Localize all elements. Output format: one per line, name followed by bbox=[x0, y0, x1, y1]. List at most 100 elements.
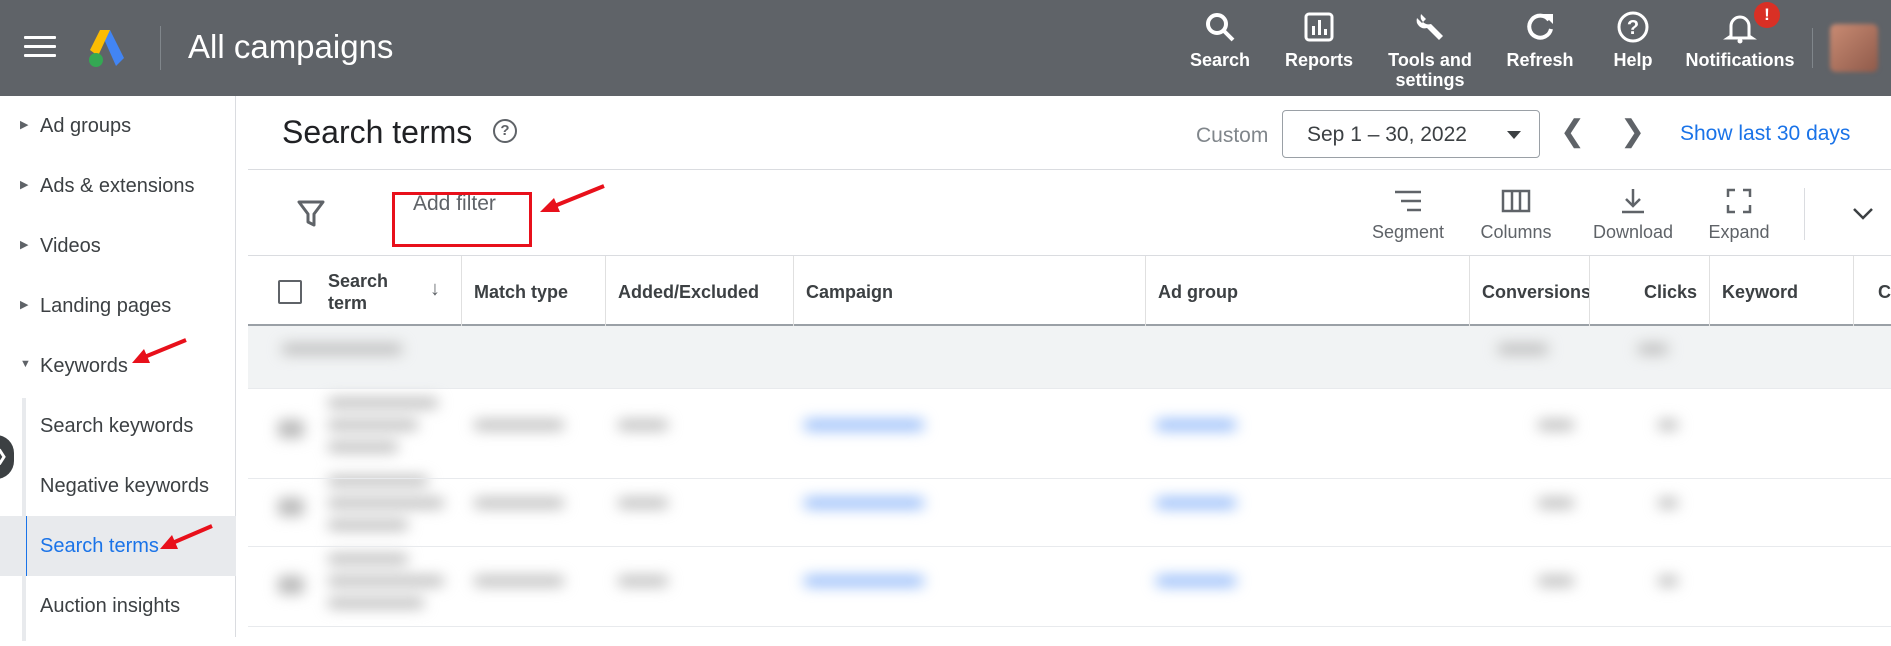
sidebar-item-videos[interactable]: ▶ Videos bbox=[0, 216, 236, 276]
select-all-checkbox[interactable] bbox=[278, 280, 302, 304]
column-label: Campaign bbox=[806, 282, 894, 302]
segment-button[interactable]: Segment bbox=[1366, 186, 1450, 243]
table-header-row: Search term ↓ Match type Added/Excluded … bbox=[248, 256, 1891, 326]
expand-icon bbox=[1726, 188, 1752, 214]
column-header-conversions[interactable]: Conversions bbox=[1470, 256, 1590, 326]
sidebar-item-label: Landing pages bbox=[40, 295, 172, 317]
sidebar-item-label: Auction insights bbox=[40, 595, 181, 617]
refresh-icon bbox=[1527, 13, 1553, 40]
next-period-icon[interactable]: ❯ bbox=[1620, 114, 1645, 149]
column-label: Keyword bbox=[1722, 282, 1799, 302]
sidebar-item-label: Keywords bbox=[40, 355, 128, 377]
expand-triangle-icon: ▶ bbox=[20, 239, 29, 251]
column-label: Search term bbox=[328, 271, 389, 313]
columns-icon bbox=[1501, 189, 1531, 213]
show-last-30-days-link[interactable]: Show last 30 days bbox=[1680, 122, 1850, 146]
app-title: All campaigns bbox=[188, 28, 394, 65]
sidebar-item-label: Negative keywords bbox=[40, 475, 209, 497]
sidebar-item-search-keywords[interactable]: Search keywords bbox=[0, 396, 236, 456]
segment-label: Segment bbox=[1371, 222, 1445, 242]
toolbar-divider bbox=[1804, 188, 1805, 240]
columns-button[interactable]: Columns bbox=[1476, 186, 1556, 243]
sidebar-item-negative-keywords[interactable]: Negative keywords bbox=[0, 456, 236, 516]
sidebar: ▶ Ad groups ▶ Ads & extensions ▶ Videos … bbox=[0, 96, 236, 637]
refresh-label: Refresh bbox=[1506, 50, 1574, 70]
search-terms-table: Search term ↓ Match type Added/Excluded … bbox=[248, 256, 1891, 637]
expand-triangle-icon: ▶ bbox=[20, 299, 29, 311]
row-divider bbox=[248, 388, 1891, 389]
reports-tool-label: Reports bbox=[1284, 50, 1353, 70]
notifications-button[interactable]: ! Notifications bbox=[1684, 2, 1796, 70]
row-divider bbox=[248, 546, 1891, 547]
row-divider bbox=[248, 626, 1891, 627]
annotation-arrow-icon bbox=[132, 338, 187, 363]
sidebar-item-label: Ad groups bbox=[40, 115, 132, 137]
page-title: Search terms bbox=[282, 114, 473, 150]
sidebar-item-label: Search keywords bbox=[40, 415, 194, 437]
tools-settings-button[interactable]: Tools and settings bbox=[1382, 10, 1478, 90]
column-header-truncated[interactable]: C bbox=[1854, 256, 1891, 326]
search-tool-label: Search bbox=[1190, 50, 1251, 70]
previous-period-icon[interactable]: ❮ bbox=[1560, 114, 1585, 149]
refresh-button[interactable]: Refresh bbox=[1506, 10, 1574, 70]
date-range-picker[interactable]: Sep 1 – 30, 2022 bbox=[1282, 110, 1540, 158]
column-label: Ad group bbox=[1158, 282, 1238, 302]
blurred-table-body bbox=[248, 326, 1808, 646]
sidebar-item-ads-extensions[interactable]: ▶ Ads & extensions bbox=[0, 156, 236, 216]
download-label: Download bbox=[1592, 222, 1674, 242]
help-button[interactable]: ? Help bbox=[1610, 10, 1656, 70]
column-label: Conversions bbox=[1482, 282, 1590, 302]
svg-text:?: ? bbox=[1627, 17, 1639, 39]
download-icon bbox=[1622, 189, 1644, 214]
filter-icon[interactable] bbox=[296, 198, 326, 228]
column-header-match-type[interactable]: Match type bbox=[462, 256, 606, 326]
date-mode-label: Custom bbox=[1196, 124, 1269, 147]
top-app-bar: All campaigns Search Reports Tools and s… bbox=[0, 0, 1891, 96]
download-button[interactable]: Download bbox=[1588, 186, 1678, 243]
column-header-keyword[interactable]: Keyword bbox=[1710, 256, 1854, 326]
expand-button[interactable]: Expand bbox=[1704, 186, 1774, 243]
column-label: Added/Excluded bbox=[618, 282, 760, 302]
sidebar-item-ad-groups[interactable]: ▶ Ad groups bbox=[0, 96, 236, 156]
tools-settings-label: Tools and settings bbox=[1388, 50, 1472, 90]
reports-tool-button[interactable]: Reports bbox=[1284, 10, 1354, 70]
date-range-value: Sep 1 – 30, 2022 bbox=[1307, 123, 1467, 146]
annotation-arrow-icon bbox=[540, 184, 605, 212]
column-label: Clicks bbox=[1643, 282, 1697, 302]
column-header-ad-group[interactable]: Ad group bbox=[1146, 256, 1470, 326]
sidebar-item-keywords[interactable]: ▼ Keywords bbox=[0, 336, 236, 396]
table-row bbox=[248, 468, 1808, 546]
expand-label: Expand bbox=[1708, 222, 1770, 242]
reports-icon bbox=[1304, 12, 1334, 42]
avatar[interactable] bbox=[1830, 24, 1878, 72]
google-ads-logo-icon[interactable] bbox=[86, 28, 132, 68]
topbar-divider-right bbox=[1812, 28, 1813, 68]
columns-label: Columns bbox=[1480, 222, 1552, 242]
search-tool-button[interactable]: Search bbox=[1190, 10, 1250, 70]
column-header-search-term[interactable]: Search term ↓ bbox=[310, 256, 462, 326]
sidebar-item-label: Ads & extensions bbox=[40, 175, 195, 197]
segment-icon bbox=[1395, 190, 1421, 212]
annotation-arrow-icon bbox=[160, 524, 213, 549]
menu-icon[interactable] bbox=[24, 36, 56, 60]
column-label: C bbox=[1878, 282, 1891, 302]
help-label: Help bbox=[1613, 50, 1653, 70]
help-circle-icon[interactable]: ? bbox=[493, 119, 517, 143]
annotation-highlight-box bbox=[392, 192, 532, 247]
column-header-clicks[interactable]: Clicks bbox=[1590, 256, 1710, 326]
wrench-icon bbox=[1416, 14, 1443, 40]
sort-arrow-down-icon: ↓ bbox=[430, 278, 440, 300]
notification-badge: ! bbox=[1754, 2, 1780, 28]
notifications-label: Notifications bbox=[1685, 50, 1795, 70]
topbar-divider bbox=[160, 26, 161, 70]
row-divider bbox=[248, 478, 1891, 479]
chevron-down-icon[interactable] bbox=[1848, 198, 1878, 228]
column-header-added-excluded[interactable]: Added/Excluded bbox=[606, 256, 794, 326]
column-header-campaign[interactable]: Campaign bbox=[794, 256, 1146, 326]
expand-triangle-icon: ▶ bbox=[20, 119, 29, 131]
sidebar-item-label: Videos bbox=[40, 235, 101, 257]
sidebar-item-auction-insights[interactable]: Auction insights bbox=[0, 576, 236, 636]
sidebar-item-landing-pages[interactable]: ▶ Landing pages bbox=[0, 276, 236, 336]
collapse-triangle-icon: ▼ bbox=[20, 358, 31, 370]
table-row bbox=[248, 546, 1808, 624]
